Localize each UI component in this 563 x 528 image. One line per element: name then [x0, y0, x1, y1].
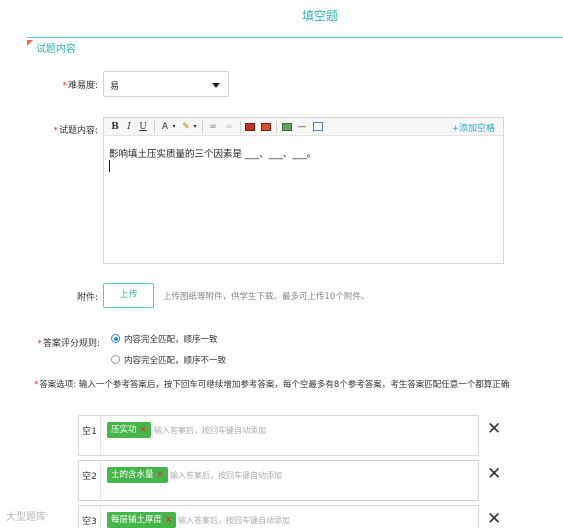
- horizontal-rule-icon[interactable]: —: [296, 121, 308, 133]
- answer-blank-3: 空3 每层铺土厚度 × 输入答案后，按回车键自动添加: [78, 505, 479, 528]
- toolbar-divider: [240, 121, 241, 133]
- blank-number: 空2: [79, 461, 101, 500]
- scoring-option-unordered[interactable]: 内容完全匹配，顺序不一致: [111, 354, 226, 366]
- blank-number: 空1: [79, 416, 101, 455]
- table-icon[interactable]: [313, 122, 323, 131]
- question-editor[interactable]: B I U A ▾ ✎ ▾ ∞ ∞ — +添加空格 影响填土压实质量的三个因素是…: [103, 117, 504, 264]
- image-upload-icon[interactable]: [261, 123, 271, 131]
- question-text: 影响填土压实质量的三个因素是 ___、___、___。: [109, 149, 317, 160]
- underline-button[interactable]: U: [138, 121, 148, 133]
- caret-small-icon: ▾: [193, 123, 197, 130]
- difficulty-value: 易: [110, 82, 120, 92]
- remove-tag-icon[interactable]: ×: [165, 515, 172, 525]
- attachment-label: 附件:: [76, 293, 98, 303]
- remove-tag-icon[interactable]: ×: [157, 470, 164, 480]
- radio-unchecked[interactable]: [111, 355, 120, 364]
- answer-input[interactable]: 输入答案后，按回车键自动添加: [170, 470, 282, 481]
- difficulty-select[interactable]: 易: [103, 71, 229, 97]
- answer-input[interactable]: 输入答案后，按回车键自动添加: [178, 515, 290, 526]
- difficulty-label: *难易度:: [62, 81, 98, 91]
- question-content-label: *试题内容:: [53, 126, 98, 136]
- add-blank-button[interactable]: +添加空格: [451, 121, 495, 134]
- link-icon[interactable]: ∞: [207, 121, 219, 133]
- answer-tag: 每层铺土厚度 ×: [107, 512, 177, 528]
- delete-blank-3-icon[interactable]: ✕: [487, 511, 501, 528]
- upload-hint: 上传图纸等附件，供学生下载。最多可上传10个附件。: [163, 292, 370, 302]
- delete-blank-1-icon[interactable]: ✕: [487, 421, 501, 438]
- page-title: 填空题: [301, 9, 338, 23]
- section-title: 试题内容: [36, 44, 76, 55]
- section-corner-marker: [27, 40, 33, 46]
- upload-button[interactable]: 上传: [103, 283, 154, 308]
- blank-number: 空3: [79, 506, 101, 528]
- picture-icon[interactable]: [282, 123, 292, 131]
- delete-blank-2-icon[interactable]: ✕: [487, 466, 501, 483]
- answer-blank-2: 空2 土的含水量 × 输入答案后，按回车键自动添加: [78, 460, 479, 501]
- section-header: 试题内容: [27, 37, 563, 55]
- editor-toolbar: B I U A ▾ ✎ ▾ ∞ ∞ — +添加空格: [104, 118, 503, 136]
- italic-button[interactable]: I: [124, 121, 134, 133]
- caret-small-icon: ▾: [172, 123, 176, 130]
- unlink-icon[interactable]: ∞: [223, 121, 235, 133]
- image-icon[interactable]: [245, 123, 255, 131]
- toolbar-divider: [276, 121, 277, 133]
- toolbar-divider: [202, 121, 203, 133]
- answer-tag: 压实功 ×: [107, 422, 151, 438]
- answer-blank-1: 空1 压实功 × 输入答案后，按回车键自动添加: [78, 415, 479, 456]
- toolbar-divider: [154, 121, 155, 133]
- bold-button[interactable]: B: [110, 121, 120, 133]
- highlight-icon[interactable]: ✎: [180, 121, 192, 133]
- font-color-button[interactable]: A: [159, 121, 171, 133]
- watermark: 大型题库: [6, 512, 46, 523]
- remove-tag-icon[interactable]: ×: [140, 425, 147, 435]
- answer-options-description: *答案选项: 输入一个参考答案后，按下回车可继续增加参考答案，每个空最多有8个参…: [34, 380, 510, 390]
- scoring-rule-label: *答案评分规则:: [37, 339, 100, 349]
- chevron-down-icon: [212, 83, 220, 88]
- radio-checked[interactable]: [111, 334, 120, 343]
- scoring-option-ordered[interactable]: 内容完全匹配，顺序一致: [111, 333, 218, 345]
- text-cursor: [109, 160, 110, 172]
- answer-input[interactable]: 输入答案后，按回车键自动添加: [154, 425, 266, 436]
- answer-tag: 土的含水量 ×: [107, 467, 168, 483]
